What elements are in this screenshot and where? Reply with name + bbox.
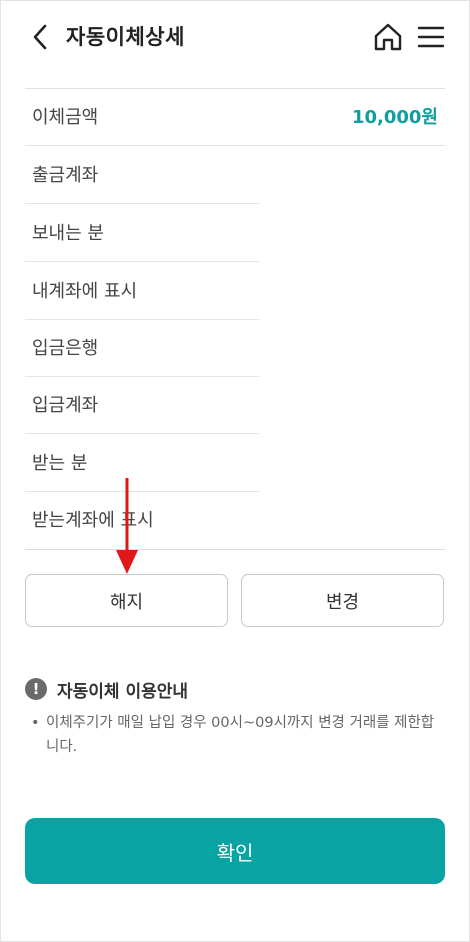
page-title: 자동이체상세 [66, 25, 185, 49]
row-divider [25, 433, 259, 434]
detail-label: 내계좌에 표시 [32, 281, 138, 302]
detail-row-recipient-memo: 받는계좌에 표시 [25, 492, 259, 549]
notice-header: ! 자동이체 이용안내 [25, 676, 188, 702]
notice-text: 이체주기가 매일 납입 경우 00시~09시까지 변경 거래를 제한합니다. [46, 715, 435, 755]
home-button[interactable] [372, 21, 404, 53]
detail-label: 받는 분 [32, 453, 88, 474]
detail-label: 입금은행 [32, 338, 99, 359]
row-divider [25, 261, 259, 262]
notice-title: 자동이체 이용안내 [57, 681, 189, 702]
row-divider [25, 145, 445, 146]
detail-row-recipient: 받는 분 [25, 435, 259, 492]
detail-row-amount: 이체금액 10,000원 [25, 89, 445, 146]
transfer-amount: 10,000원 [351, 107, 438, 128]
detail-row-my-account-memo: 내계좌에 표시 [25, 263, 259, 320]
detail-row-deposit-account: 입금계좌 [25, 377, 259, 434]
list-bottom-divider [25, 549, 445, 550]
change-autotransfer-button[interactable]: 변경 [241, 574, 444, 627]
detail-row-sender: 보내는 분 [25, 205, 259, 262]
cancel-autotransfer-button[interactable]: 해지 [25, 574, 228, 627]
confirm-button[interactable]: 확인 [25, 818, 445, 884]
hamburger-menu-icon [417, 26, 445, 48]
home-icon [374, 23, 402, 51]
row-divider [25, 203, 259, 204]
chevron-left-icon [33, 24, 47, 50]
detail-label: 보내는 분 [32, 223, 104, 244]
notice-list-item: • 이체주기가 매일 납입 경우 00시~09시까지 변경 거래를 제한합니다. [31, 711, 441, 759]
detail-label: 이체금액 [32, 107, 99, 128]
back-button[interactable] [26, 22, 54, 52]
detail-label: 입금계좌 [32, 395, 99, 416]
detail-label: 출금계좌 [32, 165, 99, 186]
notice-bullet: • [31, 715, 40, 731]
exclamation-circle-icon: ! [25, 678, 47, 700]
annotation-arrow-icon [116, 478, 138, 574]
menu-button[interactable] [416, 21, 446, 53]
detail-row-withdraw-account: 출금계좌 [25, 147, 259, 204]
detail-row-deposit-bank: 입금은행 [25, 320, 259, 377]
app-header: 자동이체상세 [0, 0, 470, 74]
